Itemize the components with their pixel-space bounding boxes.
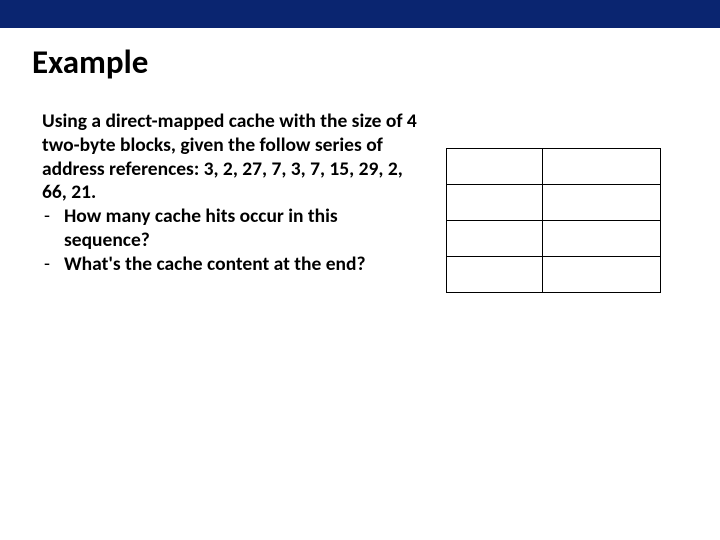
table-column [446, 110, 661, 293]
list-item: - What's the cache content at the end? [42, 253, 422, 277]
cache-cell [447, 149, 543, 185]
cache-cell [543, 221, 661, 257]
header-bar [0, 0, 720, 28]
cache-cell [543, 257, 661, 293]
cache-cell [447, 221, 543, 257]
table-row [447, 221, 661, 257]
bullet-text: What's the cache content at the end? [64, 253, 422, 277]
list-item: - How many cache hits occur in this sequ… [42, 205, 422, 253]
content-area: Using a direct-mapped cache with the siz… [0, 82, 720, 293]
cache-cell [447, 257, 543, 293]
cache-cell [447, 185, 543, 221]
bullet-marker: - [42, 253, 50, 277]
intro-paragraph: Using a direct-mapped cache with the siz… [42, 110, 422, 205]
cache-table [446, 148, 661, 293]
table-row [447, 149, 661, 185]
bullet-list: - How many cache hits occur in this sequ… [42, 205, 422, 276]
table-row [447, 185, 661, 221]
cache-cell [543, 149, 661, 185]
bullet-text: How many cache hits occur in this sequen… [64, 205, 422, 253]
cache-cell [543, 185, 661, 221]
slide-title: Example [0, 28, 720, 82]
table-row [447, 257, 661, 293]
text-column: Using a direct-mapped cache with the siz… [42, 110, 422, 276]
bullet-marker: - [42, 205, 50, 253]
